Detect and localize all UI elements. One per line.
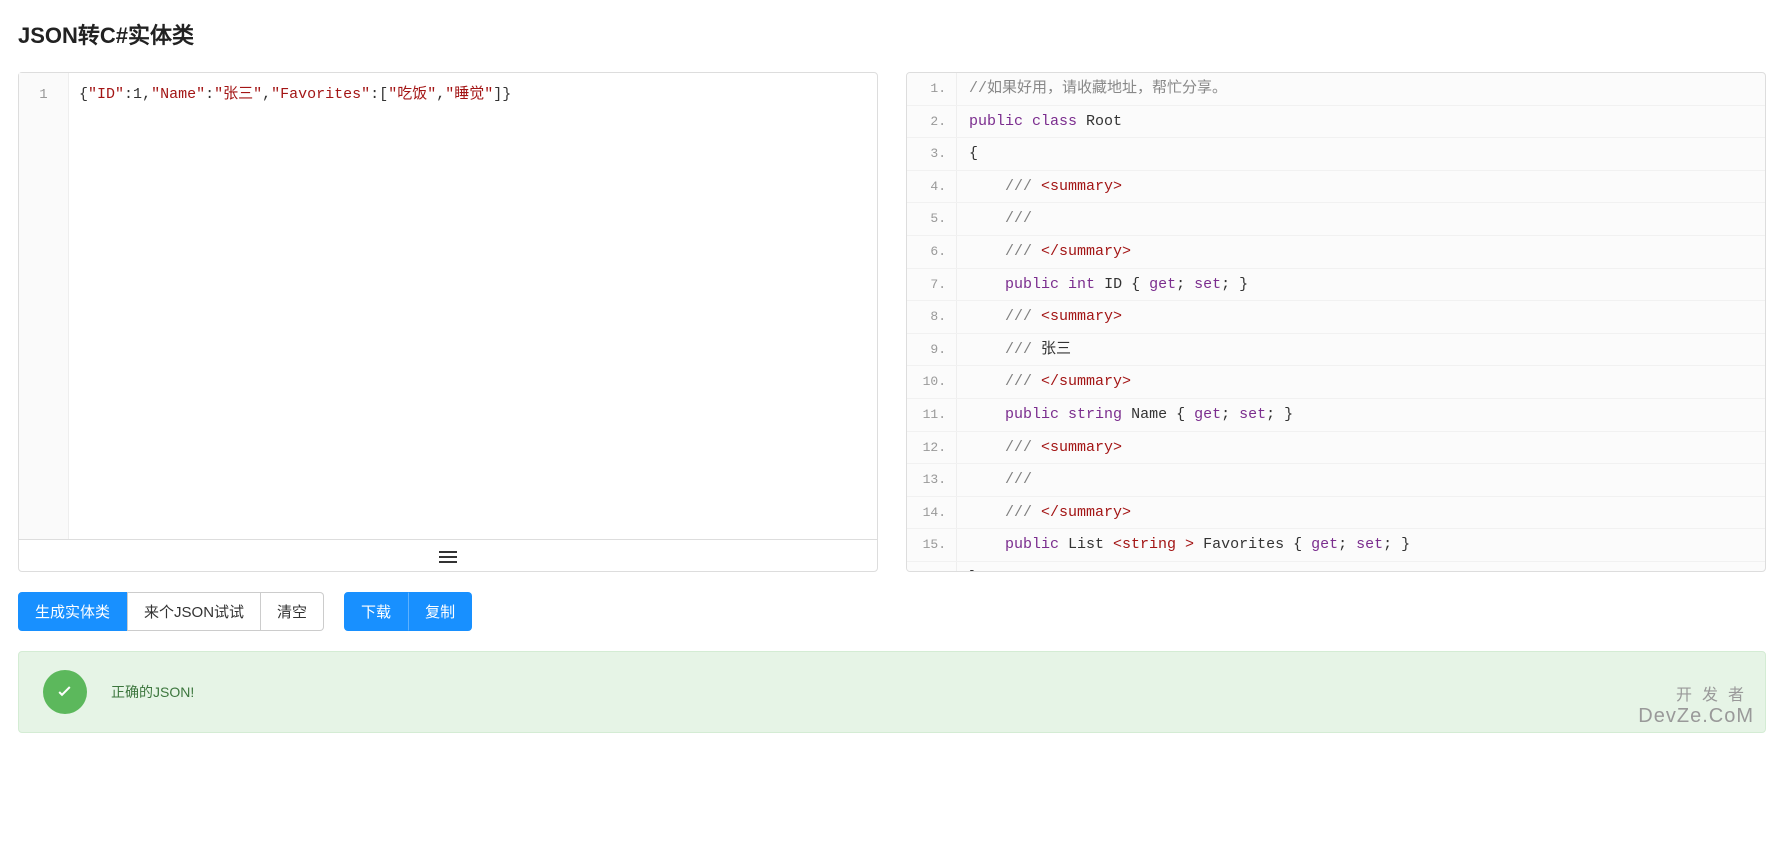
output-line-number: 6. [907, 236, 957, 268]
csharp-output-editor[interactable]: 1.//如果好用，请收藏地址，帮忙分享。2.public class Root3… [906, 72, 1766, 572]
output-line-number: 4. [907, 171, 957, 203]
output-line: 10. /// </summary> [907, 366, 1765, 399]
output-line-number: 1. [907, 73, 957, 105]
page-title: JSON转C#实体类 [18, 18, 1766, 50]
output-line: 8. /// <summary> [907, 301, 1765, 334]
json-input-content[interactable]: {"ID":1,"Name":"张三","Favorites":["吃饭","睡… [69, 73, 877, 539]
output-line: 6. /// </summary> [907, 236, 1765, 269]
clear-button[interactable]: 清空 [261, 592, 324, 631]
output-line-content: public class Root [957, 106, 1122, 138]
output-line: 11. public string Name { get; set; } [907, 399, 1765, 432]
output-line: 9. /// 张三 [907, 334, 1765, 367]
output-line-content: public string Name { get; set; } [957, 399, 1293, 431]
output-line-number: 15. [907, 529, 957, 561]
output-line-number: 2. [907, 106, 957, 138]
output-line-number: 5. [907, 203, 957, 235]
sample-json-button[interactable]: 来个JSON试试 [127, 592, 261, 631]
output-line: 2.public class Root [907, 106, 1765, 139]
output-line: 13. /// [907, 464, 1765, 497]
alert-message: 正确的JSON! [111, 682, 194, 702]
input-gutter: 1 [19, 73, 69, 539]
output-line-content: /// </summary> [957, 236, 1131, 268]
output-line-content: /// 张三 [957, 334, 1071, 366]
output-line-content: /// [957, 203, 1041, 235]
output-line-number: 11. [907, 399, 957, 431]
output-line-content: //如果好用，请收藏地址，帮忙分享。 [957, 73, 1227, 105]
output-line-number: 16. [907, 562, 957, 572]
output-line-number: 9. [907, 334, 957, 366]
output-line-number: 14. [907, 497, 957, 529]
output-line-content: /// <summary> [957, 301, 1122, 333]
check-circle-icon [43, 670, 87, 714]
output-line-content: /// </summary> [957, 497, 1131, 529]
download-button[interactable]: 下载 [344, 592, 408, 631]
output-line-content: /// <summary> [957, 171, 1122, 203]
hamburger-icon [439, 549, 457, 563]
json-input-editor[interactable]: 1 {"ID":1,"Name":"张三","Favorites":["吃饭",… [18, 72, 878, 572]
output-line: 4. /// <summary> [907, 171, 1765, 204]
validation-alert: 正确的JSON! [18, 651, 1766, 733]
output-line: 15. public List <string > Favorites { ge… [907, 529, 1765, 562]
output-line: 7. public int ID { get; set; } [907, 269, 1765, 302]
output-line-content: /// <summary> [957, 432, 1122, 464]
output-line-content: { [957, 138, 978, 170]
output-line-number: 7. [907, 269, 957, 301]
output-line-content: } [957, 562, 978, 572]
copy-button[interactable]: 复制 [408, 592, 472, 631]
output-line: 1.//如果好用，请收藏地址，帮忙分享。 [907, 73, 1765, 106]
output-line-content: /// [957, 464, 1041, 496]
output-line-content: public int ID { get; set; } [957, 269, 1248, 301]
output-line-number: 8. [907, 301, 957, 333]
output-line: 12. /// <summary> [907, 432, 1765, 465]
output-line-number: 13. [907, 464, 957, 496]
output-line: 14. /// </summary> [907, 497, 1765, 530]
output-line-number: 3. [907, 138, 957, 170]
output-line: 16.} [907, 562, 1765, 572]
output-line-number: 12. [907, 432, 957, 464]
generate-button[interactable]: 生成实体类 [18, 592, 127, 631]
output-line-content: public List <string > Favorites { get; s… [957, 529, 1410, 561]
output-line: 5. /// [907, 203, 1765, 236]
output-line-content: /// </summary> [957, 366, 1131, 398]
input-line-number: 1 [19, 83, 68, 107]
output-line-number: 10. [907, 366, 957, 398]
output-line: 3.{ [907, 138, 1765, 171]
editor-menu-button[interactable] [19, 539, 877, 571]
